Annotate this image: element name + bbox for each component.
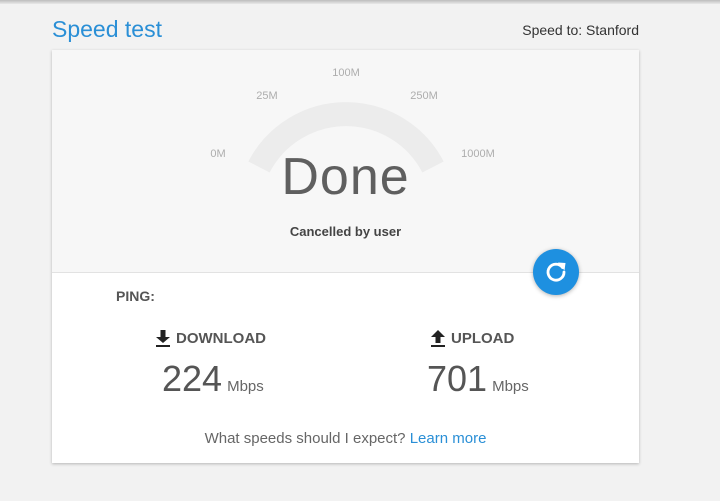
refresh-icon: [546, 262, 566, 282]
upload-unit: Mbps: [492, 378, 529, 395]
footer-question: What speeds should I expect?: [204, 430, 406, 447]
restart-test-button[interactable]: [533, 249, 579, 295]
tick-label: 25M: [256, 90, 278, 102]
test-substatus: Cancelled by user: [289, 224, 402, 239]
download-icon: [156, 330, 170, 347]
learn-more-link[interactable]: Learn more: [410, 430, 487, 447]
download-label: DOWNLOAD: [176, 329, 266, 347]
upload-value: 701: [427, 358, 488, 399]
footer-help: What speeds should I expect? Learn more: [52, 430, 639, 447]
upload-heading: UPLOAD: [430, 329, 514, 347]
upload-label: UPLOAD: [451, 329, 515, 347]
gauge-area: 0M 25M 100M 250M 1000M Done Cancelled by…: [52, 50, 639, 273]
download-heading: DOWNLOAD: [155, 329, 266, 347]
test-status: Done: [281, 148, 410, 206]
top-shadow-bar: [0, 0, 720, 4]
speed-to-server[interactable]: Speed to: Stanford: [522, 22, 639, 38]
download-value: 224: [162, 358, 223, 399]
download-unit: Mbps: [227, 378, 264, 395]
speed-test-card: 0M 25M 100M 250M 1000M Done Cancelled by…: [52, 50, 639, 463]
upload-icon: [431, 330, 445, 347]
download-result: 224 Mbps: [162, 358, 264, 400]
tick-label: 250M: [410, 90, 438, 102]
upload-result: 701 Mbps: [427, 358, 529, 400]
page-title: Speed test: [52, 16, 162, 42]
tick-label: 100M: [332, 67, 360, 79]
ping-label: PING:: [116, 288, 155, 304]
